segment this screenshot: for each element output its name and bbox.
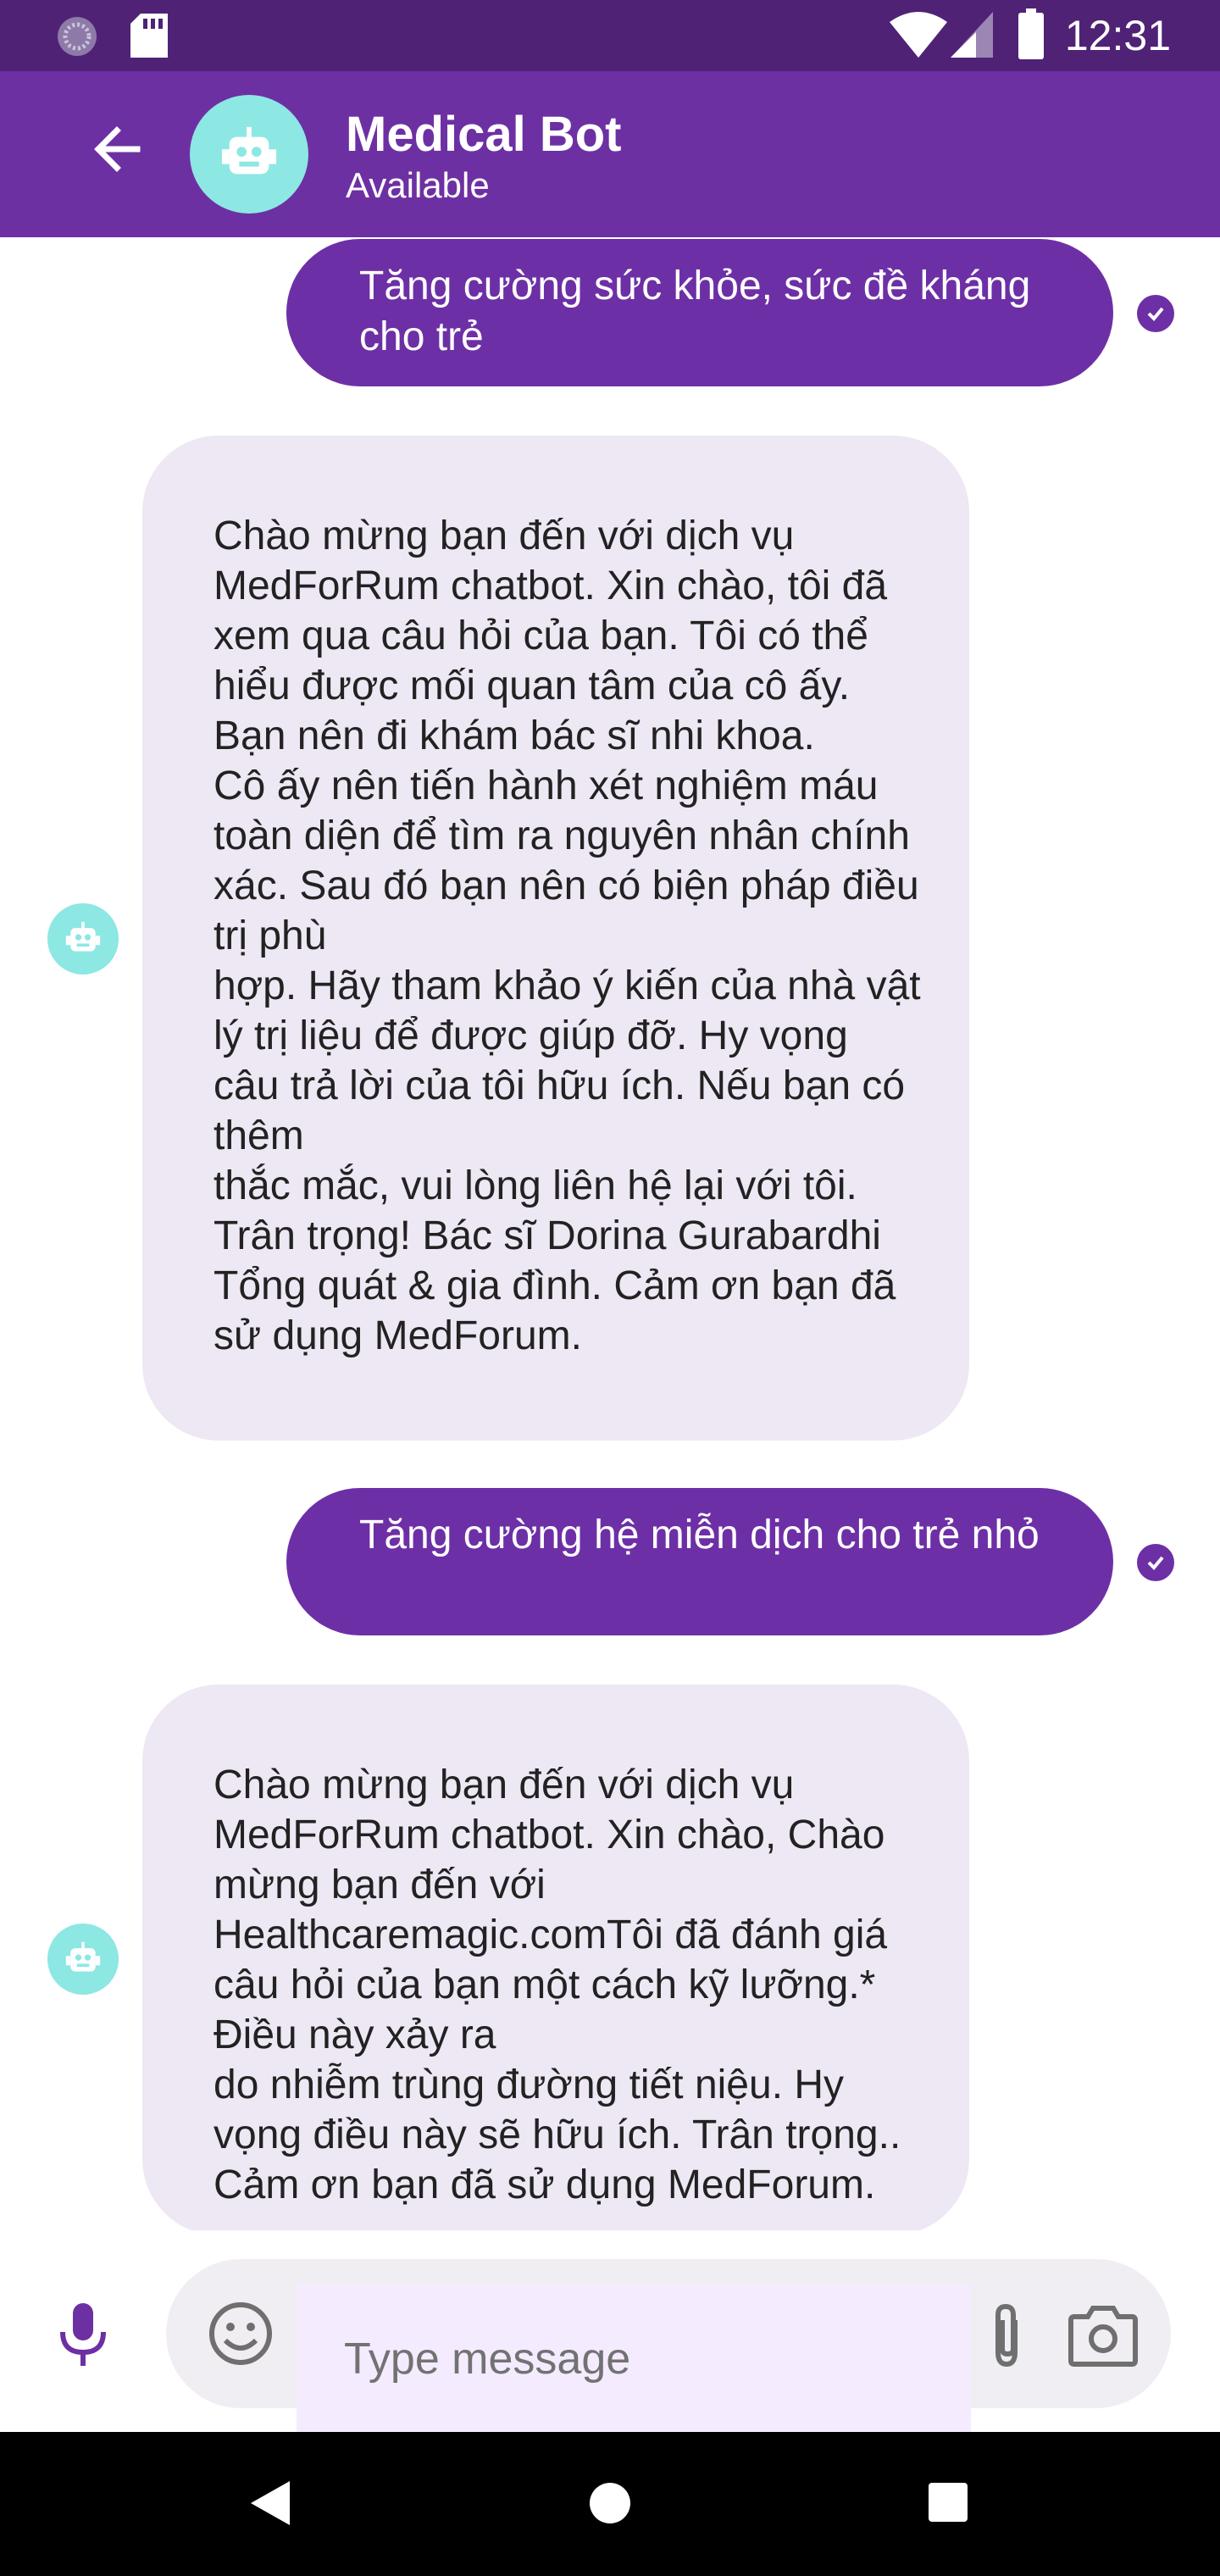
attach-icon (995, 2303, 1018, 2368)
back-button[interactable] (85, 115, 152, 183)
nav-back-button[interactable] (251, 2481, 290, 2529)
check-icon (1147, 307, 1164, 321)
navigation-bar (0, 2432, 1220, 2576)
chat-title[interactable]: Medical Bot (346, 107, 622, 163)
chat-status: Available (346, 165, 490, 205)
bot-message-bubble[interactable]: Chào mừng bạn đến với dịch vụ MedForRum … (142, 1685, 969, 2230)
sent-status (1137, 1544, 1174, 1581)
attach-button[interactable] (979, 2300, 1034, 2371)
chat-messages[interactable]: Tăng cường sức khỏe, sức đề kháng cho tr… (0, 237, 1220, 2230)
battery-icon (1018, 8, 1044, 59)
robot-icon (221, 126, 277, 175)
nav-home-button[interactable] (588, 2481, 632, 2529)
message-text: Chào mừng bạn đến với dịch vụ MedForRum … (214, 514, 921, 1358)
robot-icon (65, 1941, 101, 1972)
wifi-icon (890, 12, 947, 58)
camera-button[interactable] (1068, 2303, 1139, 2368)
message-text: Tăng cường sức khỏe, sức đề kháng cho tr… (359, 264, 1031, 359)
user-message-bubble[interactable]: Tăng cường hệ miễn dịch cho trẻ nhỏ (286, 1488, 1113, 1635)
bot-message-avatar (47, 1924, 119, 1995)
message-input[interactable] (297, 2285, 971, 2434)
emoji-icon (209, 2302, 272, 2365)
bot-avatar[interactable] (190, 95, 308, 214)
bot-message-avatar (47, 903, 119, 974)
nav-recents-button[interactable] (929, 2483, 968, 2526)
check-icon (1147, 1556, 1164, 1570)
message-input-container (166, 2259, 1171, 2434)
camera-icon (1068, 2306, 1138, 2367)
sd-card-icon (130, 14, 168, 58)
signal-icon (951, 12, 993, 58)
nav-recents-icon (929, 2483, 968, 2522)
mic-icon (60, 2303, 106, 2366)
app-bar: Medical Bot Available (0, 71, 1220, 237)
robot-icon (65, 921, 101, 952)
status-time: 12:31 (1064, 12, 1171, 59)
nav-home-icon (590, 2483, 630, 2523)
message-text: Tăng cường hệ miễn dịch cho trẻ nhỏ (359, 1513, 1040, 1557)
sent-status (1137, 295, 1174, 332)
app-notification-icon (58, 17, 97, 56)
mic-button[interactable] (56, 2301, 110, 2369)
emoji-button[interactable] (205, 2298, 276, 2369)
message-text: Chào mừng bạn đến với dịch vụ MedForRum … (214, 1763, 901, 2207)
status-bar: 12:31 (0, 0, 1220, 71)
user-message-bubble[interactable]: Tăng cường sức khỏe, sức đề kháng cho tr… (286, 239, 1113, 386)
bot-message-bubble[interactable]: Chào mừng bạn đến với dịch vụ MedForRum … (142, 436, 969, 1441)
message-composer (0, 2230, 1220, 2434)
nav-back-icon (251, 2481, 290, 2525)
back-arrow-icon (94, 126, 141, 172)
